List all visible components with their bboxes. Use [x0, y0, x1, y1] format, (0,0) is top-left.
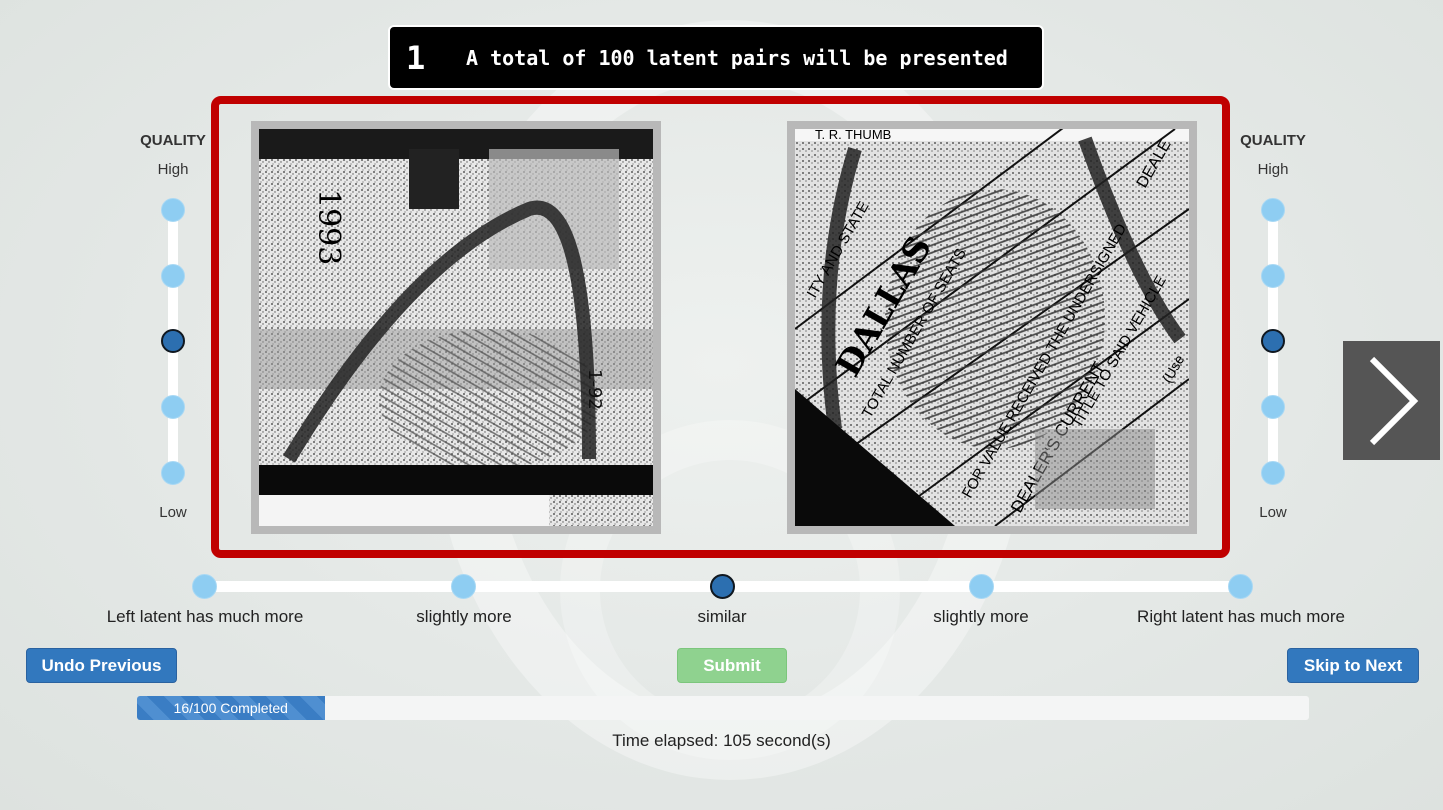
quality-level-4[interactable] — [1261, 264, 1285, 288]
comparison-option-3[interactable] — [710, 574, 735, 599]
right-latent-image: T. R. THUMB DALLAS TOTAL NUMBER OF SEATS… — [787, 121, 1197, 534]
quality-low-label: Low — [1259, 504, 1287, 521]
pair-number: 1 — [406, 38, 426, 77]
quality-high-label: High — [1257, 161, 1289, 178]
quality-level-1[interactable] — [161, 461, 185, 485]
comparison-option-2[interactable] — [451, 574, 476, 599]
progress-bar: 16/100 Completed — [137, 696, 1309, 720]
banner-text: A total of 100 latent pairs will be pres… — [466, 45, 1008, 70]
quality-level-4[interactable] — [161, 264, 185, 288]
quality-title: QUALITY — [140, 132, 206, 149]
quality-level-5[interactable] — [161, 198, 185, 222]
quality-level-2[interactable] — [1261, 395, 1285, 419]
quality-level-1[interactable] — [1261, 461, 1285, 485]
comparison-label: Left latent has much more — [106, 607, 304, 626]
quality-level-5[interactable] — [1261, 198, 1285, 222]
right-quality-slider: QUALITY High Low — [1233, 132, 1313, 527]
comparison-label: similar — [697, 607, 747, 626]
progress-fill: 16/100 Completed — [137, 696, 325, 720]
comparison-label: slightly more — [933, 607, 1029, 626]
svg-text:1-92: 1-92 — [584, 369, 605, 410]
comparison-option-5[interactable] — [1228, 574, 1253, 599]
skip-to-next-button[interactable]: Skip to Next — [1287, 648, 1419, 683]
comparison-label: slightly more — [416, 607, 512, 626]
comparison-label: Right latent has much more — [1137, 607, 1345, 626]
quality-level-2[interactable] — [161, 395, 185, 419]
chevron-right-icon — [1369, 356, 1418, 445]
quality-level-3[interactable] — [161, 329, 185, 353]
undo-previous-button[interactable]: Undo Previous — [26, 648, 177, 683]
svg-text:T. R. THUMB: T. R. THUMB — [815, 129, 891, 142]
comparison-option-1[interactable] — [192, 574, 217, 599]
quality-low-label: Low — [159, 504, 187, 521]
quality-title: QUALITY — [1240, 132, 1306, 149]
left-latent-image: 1993 1-92 — [251, 121, 661, 534]
svg-text:1993: 1993 — [311, 189, 346, 265]
comparison-option-4[interactable] — [969, 574, 994, 599]
next-pair-button[interactable] — [1343, 341, 1440, 460]
submit-button[interactable]: Submit — [677, 648, 787, 683]
time-elapsed: Time elapsed: 105 second(s) — [612, 731, 831, 750]
quality-high-label: High — [157, 161, 189, 178]
quality-level-3[interactable] — [1261, 329, 1285, 353]
instruction-banner: 1 A total of 100 latent pairs will be pr… — [388, 25, 1044, 90]
left-quality-slider: QUALITY High Low — [133, 132, 213, 527]
